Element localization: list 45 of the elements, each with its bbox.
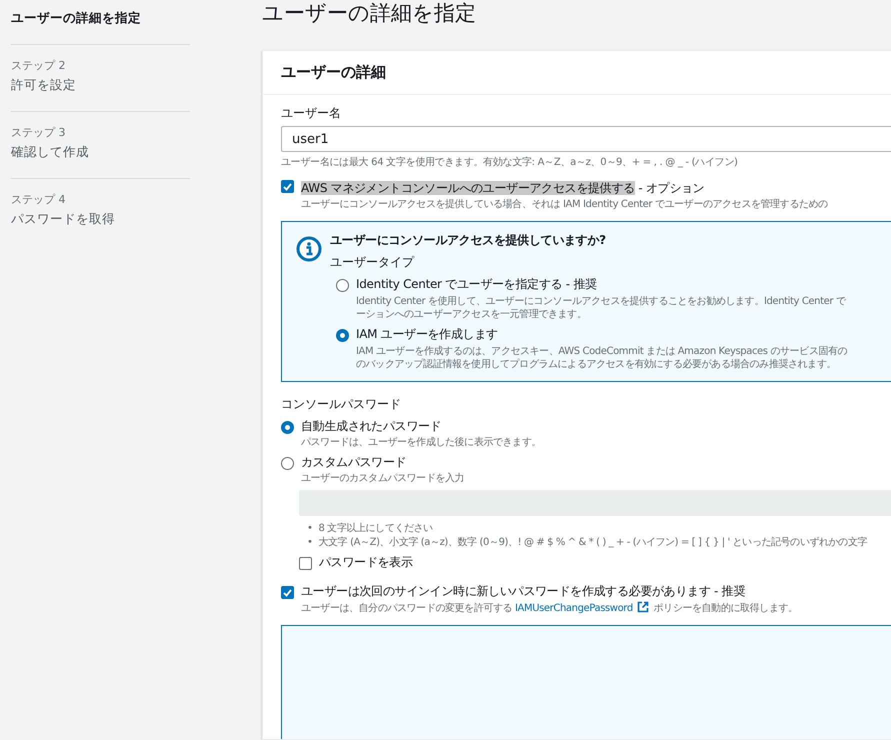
- policy-link[interactable]: IAMUserChangePassword: [514, 603, 633, 614]
- step-number: ステップ 3: [11, 125, 66, 140]
- section-label: コンソールパスワード: [281, 396, 402, 413]
- info-icon: [296, 236, 322, 262]
- panel-header: ユーザーの詳細: [263, 51, 891, 95]
- step-title[interactable]: 確認して作成: [11, 144, 190, 161]
- step-title[interactable]: 許可を設定: [11, 77, 190, 94]
- step-title[interactable]: ユーザーの詳細を指定: [11, 10, 190, 27]
- radio-description: ーションへのユーザーアクセスを一元管理できます。: [356, 308, 588, 321]
- step-number: ステップ 4: [11, 192, 66, 207]
- radio-label: IAM ユーザーを作成します: [356, 326, 499, 343]
- radio-description: Identity Center を使用して、ユーザーにコンソールアクセスを提供することをお勧めします。Identity Center で: [356, 295, 846, 308]
- radio-label: Identity Center でユーザーを指定する - 推奨: [356, 276, 598, 293]
- bullet: •: [307, 536, 312, 549]
- checkbox-label: ユーザーは次回のサインイン時に新しいパスワードを作成する必要があります - 推奨: [301, 583, 746, 600]
- radio-description: パスワードは、ユーザーを作成した後に表示できます。: [301, 436, 542, 449]
- radio-label: カスタムパスワード: [301, 454, 408, 471]
- username-field[interactable]: user1: [281, 126, 891, 152]
- checkbox[interactable]: [299, 557, 312, 570]
- group-label: ユーザータイプ: [330, 254, 416, 271]
- checkbox[interactable]: [281, 180, 294, 193]
- step-title[interactable]: パスワードを取得: [11, 211, 190, 228]
- info-title: ユーザーにコンソールアクセスを提供していますか?: [330, 232, 607, 249]
- radio-button[interactable]: [281, 421, 294, 434]
- radio-button[interactable]: [336, 279, 349, 292]
- field-label: ユーザー名: [281, 105, 342, 122]
- radio-description: IAM ユーザーを作成するのは、アクセスキー、AWS CodeCommit または Amazon Keyspaces のサービス固有の: [356, 345, 848, 358]
- field-hint: ユーザー名には最大 64 文字を使用できます。有効な文字: A～Z、a～z、0～9、+ = , . @ _ - (ハイフン): [281, 156, 739, 169]
- password-rule: 8 文字以上にしてください: [318, 522, 433, 535]
- option-suffix: - オプション: [637, 181, 704, 195]
- page-title: ユーザーの詳細を指定: [262, 0, 477, 27]
- bullet: •: [307, 522, 312, 535]
- checkbox-description: ユーザーにコンソールアクセスを提供している場合、それは IAM Identity Center でユーザーのアクセスを管理するための: [301, 198, 828, 211]
- radio-button[interactable]: [281, 457, 294, 470]
- password-rule: 大文字 (A～Z)、小文字 (a～z)、数字 (0～9)、! @ # $ % ^ & * ( ) _ + - (ハイフン) = [ ] { } | ' といった記号のいずれかの文字: [318, 536, 868, 549]
- radio-label: 自動生成されたパスワード: [301, 418, 442, 435]
- radio-description: ユーザーのカスタムパスワードを入力: [301, 472, 464, 485]
- step-number: ステップ 2: [11, 58, 66, 73]
- checkbox-label: パスワードを表示: [319, 554, 413, 571]
- external-link-icon: [636, 601, 649, 613]
- radio-description: のバックアップ認証情報を使用してプログラムによるアクセスを有効にする必要がある場合のみ推奨されます。: [356, 358, 838, 371]
- radio-button[interactable]: [336, 329, 349, 342]
- checkbox[interactable]: [281, 586, 294, 599]
- checkbox-description: ユーザーは、自分のパスワードの変更を許可する IAMUserChangePassword ポリシーを自動的に取得します。: [301, 601, 798, 615]
- checkbox-label: AWS マネジメントコンソールへのユーザーアクセスを提供する: [301, 181, 635, 195]
